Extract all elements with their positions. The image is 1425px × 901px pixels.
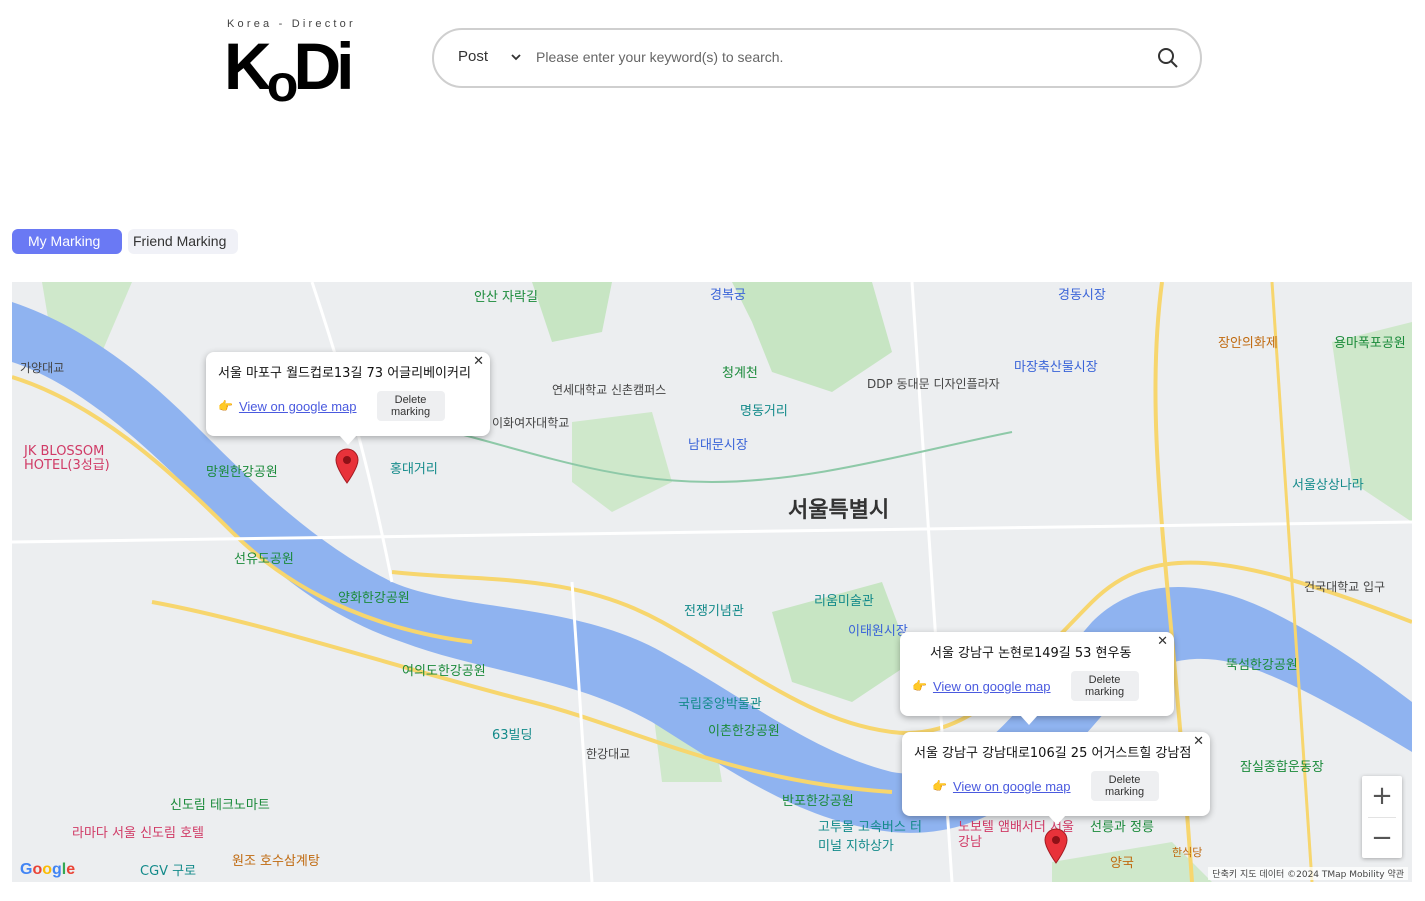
poi-museum[interactable]: 국립중앙박물관 bbox=[678, 693, 762, 712]
close-icon[interactable]: ✕ bbox=[473, 354, 484, 369]
search-bar: Post Please enter your keyword(s) to sea… bbox=[432, 28, 1202, 88]
search-input[interactable]: Please enter your keyword(s) to search. bbox=[536, 49, 783, 65]
poi-yanghwa[interactable]: 양화한강공원 bbox=[338, 587, 410, 606]
view-google-map-link[interactable]: View on google map bbox=[933, 679, 1051, 694]
logo-wordmark: KoDi bbox=[224, 29, 354, 113]
marking-tabs: My Marking Friend Marking bbox=[12, 229, 238, 254]
poi-ttukseom[interactable]: 뚝섬한강공원 bbox=[1226, 654, 1298, 673]
search-icon[interactable] bbox=[1156, 46, 1180, 70]
marker-popup: ✕ 서울 강남구 논현로149길 53 현우동 👉 View on google… bbox=[900, 632, 1174, 725]
popup-address: 서울 강남구 강남대로106길 25 어거스트힐 강남점 bbox=[914, 746, 1192, 761]
poi-ramada[interactable]: 라마다 서울 신도림 호텔 bbox=[72, 822, 204, 841]
map-view[interactable]: 서울특별시 망원한강공원 선유도공원 양화한강공원 여의도한강공원 63빌딩 홍… bbox=[12, 282, 1412, 882]
poi-yeouido[interactable]: 여의도한강공원 bbox=[402, 660, 486, 679]
poi-hongdae[interactable]: 홍대거리 bbox=[390, 458, 438, 477]
close-icon[interactable]: ✕ bbox=[1193, 734, 1204, 749]
city-label: 서울특별시 bbox=[788, 498, 890, 523]
poi-itaewon[interactable]: 이태원시장 bbox=[848, 620, 908, 639]
close-icon[interactable]: ✕ bbox=[1157, 634, 1168, 649]
poi-gyeongdong[interactable]: 경동시장 bbox=[1058, 284, 1106, 303]
tab-my-marking[interactable]: My Marking bbox=[12, 229, 122, 254]
zoom-out-button[interactable]: − bbox=[1362, 818, 1402, 859]
poi-mangwon[interactable]: 망원한강공원 bbox=[206, 461, 278, 480]
poi-konkuk[interactable]: 건국대학교 입구 bbox=[1304, 578, 1385, 595]
map-pin-icon[interactable] bbox=[1043, 828, 1069, 864]
delete-marking-button[interactable]: Delete marking bbox=[1090, 771, 1159, 801]
view-google-map-link[interactable]: View on google map bbox=[239, 399, 357, 414]
poi-gayang[interactable]: 가양대교 bbox=[20, 359, 64, 376]
kodi-logo[interactable]: Korea - Director KoDi bbox=[224, 18, 372, 113]
poi-ewha[interactable]: 이화여자대학교 bbox=[492, 414, 569, 431]
poi-leeum[interactable]: 리움미술관 bbox=[814, 590, 874, 609]
poi-seonyudo[interactable]: 선유도공원 bbox=[234, 548, 294, 567]
poi-63building[interactable]: 63빌딩 bbox=[492, 724, 532, 743]
poi-wonjo[interactable]: 원조 호수삼계탕 bbox=[232, 850, 320, 869]
zoom-control: + − bbox=[1362, 776, 1402, 858]
delete-marking-button[interactable]: Delete marking bbox=[1070, 671, 1139, 701]
poi-ichon[interactable]: 이촌한강공원 bbox=[708, 720, 780, 739]
poi-myeongdong[interactable]: 명동거리 bbox=[740, 400, 788, 419]
delete-marking-button[interactable]: Delete marking bbox=[376, 391, 445, 421]
pointing-hand-icon: 👉 bbox=[932, 779, 947, 793]
poi-jkblossom[interactable]: JK BLOSSOM HOTEL(3성급) bbox=[24, 445, 128, 473]
popup-address: 서울 마포구 월드컵로13길 73 어글리베이커리 bbox=[218, 366, 471, 381]
search-type-select[interactable]: Post bbox=[458, 48, 488, 65]
poi-cheonggye[interactable]: 청계천 bbox=[722, 362, 758, 381]
poi-ddp[interactable]: DDP 동대문 디자인플라자 bbox=[867, 375, 1000, 392]
map-pin-icon[interactable] bbox=[334, 448, 360, 484]
poi-gyeongbok[interactable]: 경복궁 bbox=[710, 284, 746, 303]
poi-seoulsangsang[interactable]: 서울상상나라 bbox=[1292, 474, 1364, 493]
poi-sindorim[interactable]: 신도림 테크노마트 bbox=[170, 794, 270, 813]
pointing-hand-icon: 👉 bbox=[218, 399, 233, 413]
google-logo: Google bbox=[20, 861, 76, 878]
poi-anshan[interactable]: 안산 자락길 bbox=[474, 286, 538, 305]
poi-hangangbridge[interactable]: 한강대교 bbox=[586, 745, 630, 762]
poi-cgv[interactable]: CGV 구로 bbox=[140, 860, 196, 879]
poi-yonsei[interactable]: 연세대학교 신촌캠퍼스 bbox=[552, 381, 666, 398]
marker-popup: ✕ 서울 마포구 월드컵로13길 73 어글리베이커리 👉 View on go… bbox=[206, 352, 490, 445]
poi-warmemorial[interactable]: 전쟁기념관 bbox=[684, 600, 744, 619]
poi-jangan[interactable]: 장안의화제 bbox=[1218, 332, 1278, 351]
tab-friend-marking[interactable]: Friend Marking bbox=[128, 229, 238, 254]
poi-majang[interactable]: 마장축산물시장 bbox=[1014, 356, 1098, 375]
poi-yangkook[interactable]: 양국 bbox=[1110, 852, 1134, 871]
map-attribution[interactable]: 단축키 지도 데이터 ©2024 TMap Mobility 약관 bbox=[1208, 867, 1408, 880]
poi-banpo[interactable]: 반포한강공원 bbox=[782, 790, 854, 809]
poi-seolleung[interactable]: 선릉과 정릉 bbox=[1090, 816, 1154, 835]
poi-yongma[interactable]: 용마폭포공원 bbox=[1334, 332, 1406, 351]
popup-address: 서울 강남구 논현로149길 53 현우동 bbox=[930, 646, 1132, 661]
view-google-map-link[interactable]: View on google map bbox=[953, 779, 1071, 794]
poi-gosok[interactable]: 고투몰 고속버스 터미널 지하상가 bbox=[818, 816, 928, 854]
poi-namdaemun[interactable]: 남대문시장 bbox=[688, 434, 748, 453]
pointing-hand-icon: 👉 bbox=[912, 679, 927, 693]
poi-hansikdang[interactable]: 한식당 bbox=[1172, 844, 1202, 860]
zoom-in-button[interactable]: + bbox=[1362, 776, 1402, 817]
chevron-down-icon[interactable] bbox=[510, 51, 522, 63]
marker-popup: ✕ 서울 강남구 강남대로106길 25 어거스트힐 강남점 👉 View on… bbox=[902, 732, 1210, 825]
poi-jamsil[interactable]: 잠실종합운동장 bbox=[1240, 756, 1324, 775]
